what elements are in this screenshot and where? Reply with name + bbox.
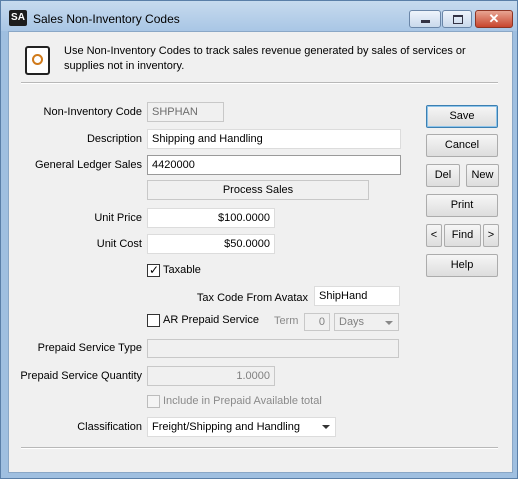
term-field[interactable]: 0 (304, 313, 330, 331)
window: SA Sales Non-Inventory Codes ✕ Use Non-I… (0, 0, 518, 479)
prepaid-type-field[interactable] (147, 339, 399, 358)
check-icon: ✓ (149, 263, 160, 277)
document-gear-icon (25, 46, 50, 75)
term-unit-dropdown[interactable]: Days (334, 313, 399, 331)
new-button[interactable]: New (466, 164, 499, 187)
next-button[interactable]: > (483, 224, 499, 247)
prepaid-type-label: Prepaid Service Type (37, 342, 142, 354)
description-field[interactable]: Shipping and Handling (147, 129, 401, 149)
process-sales-label: Process Sales (147, 180, 369, 200)
unit-cost-field[interactable]: $50.0000 (147, 234, 275, 254)
delete-button[interactable]: Del (426, 164, 460, 187)
help-button[interactable]: Help (426, 254, 498, 277)
previous-button[interactable]: < (426, 224, 442, 247)
find-button[interactable]: Find (444, 224, 481, 247)
app-icon: SA (9, 10, 27, 26)
chevron-down-icon (385, 321, 393, 325)
ar-prepaid-label: AR Prepaid Service (163, 314, 259, 326)
minimize-button[interactable] (409, 10, 441, 28)
prepaid-qty-field[interactable]: 1.0000 (147, 366, 275, 386)
maximize-button[interactable] (442, 10, 472, 28)
print-button[interactable]: Print (426, 194, 498, 217)
taxable-checkbox[interactable]: ✓ (147, 263, 160, 277)
classification-value: Freight/Shipping and Handling (152, 421, 300, 433)
term-unit-value: Days (339, 316, 365, 328)
tax-code-label: Tax Code From Avatax (196, 292, 308, 304)
gl-sales-label: General Ledger Sales (34, 159, 142, 171)
classification-dropdown[interactable]: Freight/Shipping and Handling (147, 417, 336, 437)
ar-prepaid-checkbox[interactable] (147, 314, 160, 327)
separator-top (21, 82, 498, 84)
include-prepaid-label: Include in Prepaid Available total (163, 395, 322, 407)
unit-cost-label: Unit Cost (96, 238, 142, 250)
classification-label: Classification (77, 421, 142, 433)
close-icon: ✕ (488, 11, 500, 26)
code-label: Non-Inventory Code (43, 106, 142, 118)
save-button[interactable]: Save (426, 105, 498, 128)
window-title: Sales Non-Inventory Codes (33, 12, 180, 26)
separator-bottom (21, 447, 498, 449)
gl-sales-field[interactable]: 4420000 (147, 155, 401, 175)
chevron-down-icon (322, 425, 330, 429)
cancel-button[interactable]: Cancel (426, 134, 498, 157)
title-bar[interactable]: SA Sales Non-Inventory Codes ✕ (1, 1, 517, 31)
unit-price-label: Unit Price (94, 212, 142, 224)
maximize-icon (443, 11, 471, 27)
tax-code-field[interactable]: ShipHand (314, 286, 400, 306)
info-text: Use Non-Inventory Codes to track sales r… (64, 45, 466, 72)
unit-price-field[interactable]: $100.0000 (147, 208, 275, 228)
minimize-icon (410, 11, 440, 27)
close-button[interactable]: ✕ (475, 10, 513, 28)
prepaid-qty-label: Prepaid Service Quantity (20, 370, 142, 382)
term-label: Term (274, 315, 299, 327)
description-label: Description (86, 133, 142, 145)
form-area: Use Non-Inventory Codes to track sales r… (8, 31, 513, 473)
code-field[interactable]: SHPHAN (147, 102, 224, 122)
taxable-label: Taxable (163, 264, 201, 276)
include-prepaid-checkbox[interactable] (147, 395, 160, 408)
